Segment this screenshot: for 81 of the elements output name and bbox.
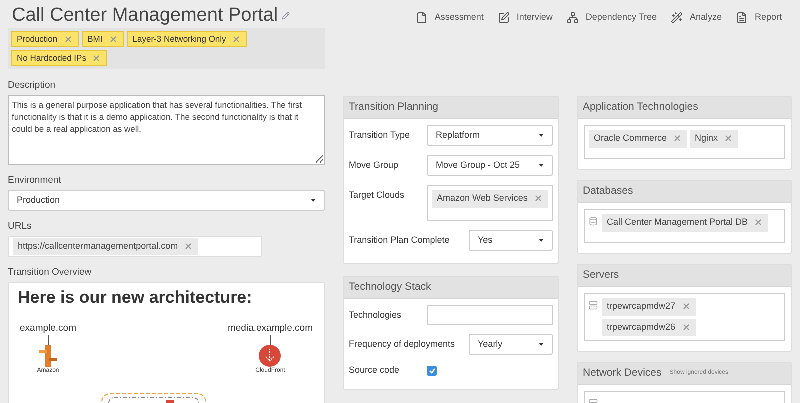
field-label: Transition Plan Complete (349, 234, 451, 247)
select-field[interactable]: Yearly (469, 334, 553, 355)
remove-icon[interactable] (724, 134, 734, 144)
field-label: Environment (8, 175, 62, 187)
items-field[interactable]: Oracle Commerce Nginx (584, 125, 785, 159)
remove-icon[interactable] (682, 302, 691, 312)
field-label: Technologies (349, 309, 403, 322)
field-label: Transition Overview (8, 267, 93, 279)
database-icon (589, 217, 598, 226)
toolbar-button[interactable]: Interview (498, 11, 553, 24)
select-field[interactable]: Replatform (427, 125, 553, 146)
select-value: Yearly (478, 338, 503, 351)
select-value: Replatform (436, 128, 480, 142)
field-label: Frequency of deployments (349, 338, 456, 351)
remove-icon[interactable] (64, 34, 73, 44)
tag-chip: trpewrcapmdw26 (602, 318, 696, 336)
domain-label: example.com (20, 323, 76, 335)
tag-chip: https://callcentermanagementportal.com (13, 238, 198, 256)
remove-icon[interactable] (534, 194, 543, 204)
checkbox[interactable] (427, 366, 437, 376)
remove-icon[interactable] (92, 54, 102, 62)
field-label: Transition Type (349, 129, 412, 142)
tag-chip: trpewrcapmdw27 (602, 298, 696, 316)
select-value: Move Group - Oct 25 (436, 158, 520, 172)
items-field[interactable]: Call Center Management Portal DB (584, 209, 785, 243)
field-label: Move Group (349, 159, 400, 172)
overview-heading: Here is our new architecture: (18, 287, 254, 309)
caret-icon (539, 134, 544, 137)
items-field[interactable]: trpewrcapmdw27 trpewrcapmdw26 (584, 293, 785, 341)
remove-icon[interactable] (108, 34, 118, 44)
select-value: Yes (478, 234, 493, 247)
caret-icon (539, 164, 544, 167)
edit-icon[interactable] (282, 12, 290, 20)
file-icon (416, 12, 428, 24)
tag-chip: Oracle Commerce (589, 130, 688, 148)
caret-icon (539, 239, 544, 242)
report-icon (736, 12, 748, 24)
tag-chip: No Hardcoded IPs (11, 50, 108, 66)
select-field[interactable]: Move Group - Oct 25 (427, 155, 553, 176)
remove-icon[interactable] (754, 218, 764, 228)
panel-title: Servers (583, 268, 620, 283)
page-title: Call Center Management Portal (12, 5, 278, 27)
tag-chip: Amazon Web Services (432, 190, 548, 208)
tree-icon (566, 12, 579, 24)
description-field[interactable]: This is a general purpose application that has several functionalities. The first functionality is that it is a demo application. The second functionality is that it could be a real application as well. (8, 95, 325, 165)
panel-title: Application Technologies (583, 100, 698, 115)
toolbar-button[interactable]: Analyze (670, 11, 722, 24)
tag-chip: Call Center Management Portal DB (602, 214, 768, 232)
field-label: Target Clouds (349, 189, 406, 202)
field-label: URLs (8, 221, 33, 233)
urls-field[interactable]: https://callcentermanagementportal.com (8, 236, 262, 257)
panel-title: Network Devices (583, 366, 662, 381)
text-input[interactable] (427, 305, 553, 325)
edit-icon (498, 12, 510, 24)
toolbar-button[interactable]: Report (736, 11, 782, 24)
tag-chip: Layer-3 Networking Only (126, 31, 248, 47)
select-field[interactable]: Yes (469, 230, 553, 251)
remove-icon[interactable] (184, 242, 194, 251)
checkmark-icon (428, 368, 436, 374)
server-icon (589, 301, 598, 310)
caret-icon (311, 199, 316, 202)
caret-icon (539, 343, 544, 346)
tag-chip: Nginx (690, 130, 738, 148)
domain-label: media.example.com (228, 323, 313, 335)
remove-icon[interactable] (232, 34, 242, 44)
panel-title: Technology Stack (349, 280, 432, 295)
field-label: Description (8, 80, 57, 92)
tag-chip: BMI (82, 31, 124, 47)
panel-title: Databases (583, 184, 634, 199)
remove-icon[interactable] (673, 134, 682, 144)
toolbar-button[interactable]: Dependency Tree (566, 11, 657, 24)
select-value: Production (17, 194, 60, 207)
panel-title: Transition Planning (349, 100, 438, 115)
toolbar-button[interactable]: Assessment (416, 11, 484, 24)
tags-field[interactable]: Amazon Web Services (427, 185, 553, 221)
download-circle-icon (259, 345, 282, 367)
tag-chip: Production (11, 31, 79, 47)
field-label: Source code (349, 364, 401, 377)
remove-icon[interactable] (682, 322, 691, 332)
select-field[interactable]: Production (8, 190, 325, 211)
wand-icon (670, 12, 683, 24)
